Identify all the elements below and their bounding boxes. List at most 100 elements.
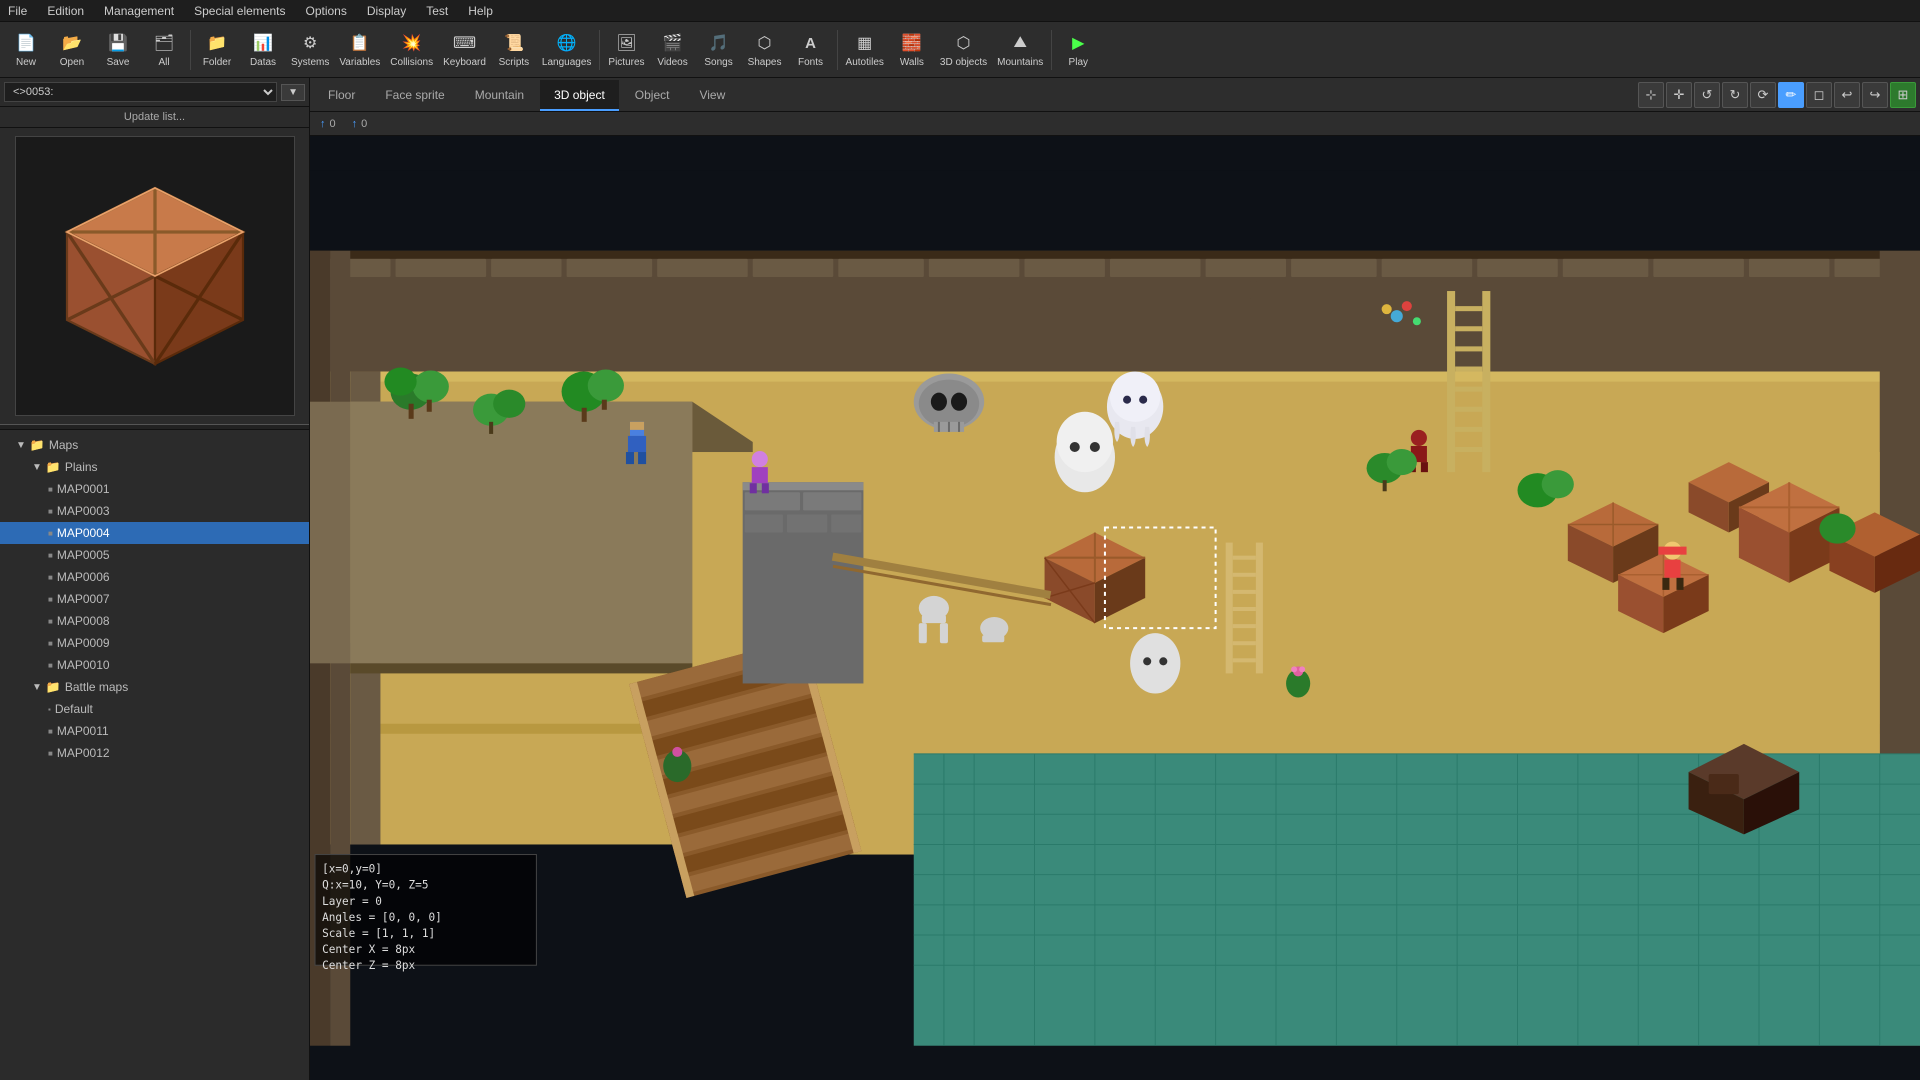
tree-map-icon-0010: ■ <box>48 661 53 670</box>
toolbar-autotiles[interactable]: ▦ Autotiles <box>842 25 888 75</box>
tool-paint-btn[interactable]: ✏ <box>1778 82 1804 108</box>
toolbar-save[interactable]: 💾 Save <box>96 25 140 75</box>
menu-management[interactable]: Management <box>100 2 178 20</box>
tree-map-icon-0009: ■ <box>48 639 53 648</box>
variables-icon: 📋 <box>348 31 372 55</box>
svg-text:Scale = [1, 1, 1]: Scale = [1, 1, 1] <box>322 927 435 940</box>
toolbar-open[interactable]: 📂 Open <box>50 25 94 75</box>
toolbar-shapes[interactable]: ⬡ Shapes <box>743 25 787 75</box>
tab-object[interactable]: Object <box>621 80 684 111</box>
tree-default[interactable]: ▪ Default <box>0 698 309 720</box>
tab-face-sprite[interactable]: Face sprite <box>371 80 458 111</box>
coord-y-value: 0 <box>361 118 367 130</box>
toolbar-folder-label: Folder <box>203 57 231 68</box>
toolbar-pictures-label: Pictures <box>608 57 644 68</box>
tool-rotate-y-btn[interactable]: ↻ <box>1722 82 1748 108</box>
toolbar-all[interactable]: 🗂 All <box>142 25 186 75</box>
tool-redo-btn[interactable]: ↪ <box>1862 82 1888 108</box>
tree-map0007[interactable]: ■ MAP0007 <box>0 588 309 610</box>
tab-floor[interactable]: Floor <box>314 80 369 111</box>
toolbar-variables[interactable]: 📋 Variables <box>335 25 384 75</box>
keyboard-icon: ⌨ <box>453 31 477 55</box>
menu-options[interactable]: Options <box>301 2 350 20</box>
tree-map-icon-0003: ■ <box>48 507 53 516</box>
coord-y: ↑ 0 <box>352 118 368 130</box>
tree-battlemaps-folder-icon: 📁 <box>46 680 61 694</box>
fonts-icon: A <box>799 31 823 55</box>
tree-battlemaps[interactable]: ▼ 📁 Battle maps <box>0 676 309 698</box>
map-dropdown-btn[interactable]: ▼ <box>281 84 305 101</box>
tab-3d-object[interactable]: 3D object <box>540 80 619 111</box>
toolbar-songs[interactable]: 🎵 Songs <box>697 25 741 75</box>
tree-map0012[interactable]: ■ MAP0012 <box>0 742 309 764</box>
tree-map0011[interactable]: ■ MAP0011 <box>0 720 309 742</box>
tree-plains[interactable]: ▼ 📁 Plains <box>0 456 309 478</box>
toolbar-videos-label: Videos <box>657 57 687 68</box>
menu-file[interactable]: File <box>4 2 31 20</box>
tree-map-icon-0001: ■ <box>48 485 53 494</box>
tool-layer-btn[interactable]: ⊞ <box>1890 82 1916 108</box>
shapes-icon: ⬡ <box>753 31 777 55</box>
tree-map0004[interactable]: ■ MAP0004 <box>0 522 309 544</box>
collisions-icon: 💥 <box>400 31 424 55</box>
toolbar-pictures[interactable]: 🖼 Pictures <box>604 25 648 75</box>
tree-map0008[interactable]: ■ MAP0008 <box>0 610 309 632</box>
menu-display[interactable]: Display <box>363 2 410 20</box>
update-list-btn[interactable]: Update list... <box>0 107 309 128</box>
all-icon: 🗂 <box>152 31 176 55</box>
toolbar-systems[interactable]: ⚙ Systems <box>287 25 333 75</box>
map-dropdown[interactable]: <>0053: <box>4 82 277 102</box>
map-canvas[interactable]: [x=0,y=0] Q:x=10, Y=0, Z=5 Layer = 0 Ang… <box>310 136 1920 1080</box>
toolbar-scripts[interactable]: 📜 Scripts <box>492 25 536 75</box>
tab-bar: Floor Face sprite Mountain 3D object Obj… <box>310 78 1920 112</box>
tree-map0001[interactable]: ■ MAP0001 <box>0 478 309 500</box>
tree-map0003[interactable]: ■ MAP0003 <box>0 500 309 522</box>
tab-mountain[interactable]: Mountain <box>461 80 538 111</box>
tool-rotate-x-btn[interactable]: ↺ <box>1694 82 1720 108</box>
preview-box <box>15 136 295 416</box>
tool-undo-btn[interactable]: ↩ <box>1834 82 1860 108</box>
toolbar-new[interactable]: 📄 New <box>4 25 48 75</box>
tool-erase-btn[interactable]: ◻ <box>1806 82 1832 108</box>
map-selector: <>0053: ▼ <box>0 78 309 107</box>
toolbar-keyboard-label: Keyboard <box>443 57 486 68</box>
menu-test[interactable]: Test <box>422 2 452 20</box>
toolbar-folder[interactable]: 📁 Folder <box>195 25 239 75</box>
toolbar-3dobjects[interactable]: ⬡ 3D objects <box>936 25 991 75</box>
preview-svg <box>45 166 265 386</box>
tree-map0012-label: MAP0012 <box>57 746 110 760</box>
new-icon: 📄 <box>14 31 38 55</box>
toolbar-collisions[interactable]: 💥 Collisions <box>386 25 437 75</box>
tree-map0009-label: MAP0009 <box>57 636 110 650</box>
menu-help[interactable]: Help <box>464 2 497 20</box>
tab-view[interactable]: View <box>685 80 739 111</box>
tool-move-btn[interactable]: ✛ <box>1666 82 1692 108</box>
coord-x-arrow: ↑ <box>320 118 326 130</box>
tree-map0006[interactable]: ■ MAP0006 <box>0 566 309 588</box>
toolbar-walls[interactable]: 🧱 Walls <box>890 25 934 75</box>
tool-select-btn[interactable]: ⊹ <box>1638 82 1664 108</box>
tree-map0006-label: MAP0006 <box>57 570 110 584</box>
toolbar-sep-4 <box>1051 30 1052 70</box>
toolbar-walls-label: Walls <box>900 57 924 68</box>
toolbar-mountains[interactable]: ⛰ Mountains <box>993 25 1047 75</box>
toolbar-datas[interactable]: 📊 Datas <box>241 25 285 75</box>
toolbar-videos[interactable]: 🎬 Videos <box>651 25 695 75</box>
toolbar-keyboard[interactable]: ⌨ Keyboard <box>439 25 490 75</box>
menu-special[interactable]: Special elements <box>190 2 289 20</box>
toolbar-3dobjects-label: 3D objects <box>940 57 987 68</box>
tree-map0005[interactable]: ■ MAP0005 <box>0 544 309 566</box>
toolbar-fonts[interactable]: A Fonts <box>789 25 833 75</box>
systems-icon: ⚙ <box>298 31 322 55</box>
tree-maps[interactable]: ▼ 📁 Maps <box>0 434 309 456</box>
toolbar-open-label: Open <box>60 57 84 68</box>
toolbar-languages[interactable]: 🌐 Languages <box>538 25 596 75</box>
tree-map-icon-0012: ■ <box>48 749 53 758</box>
tool-rotate-z-btn[interactable]: ⟳ <box>1750 82 1776 108</box>
toolbar-play[interactable]: ▶ Play <box>1056 25 1100 75</box>
toolbar-languages-label: Languages <box>542 57 592 68</box>
tree-map0009[interactable]: ■ MAP0009 <box>0 632 309 654</box>
tree-map-icon-0011: ■ <box>48 727 53 736</box>
menu-edition[interactable]: Edition <box>43 2 88 20</box>
tree-map0010[interactable]: ■ MAP0010 <box>0 654 309 676</box>
